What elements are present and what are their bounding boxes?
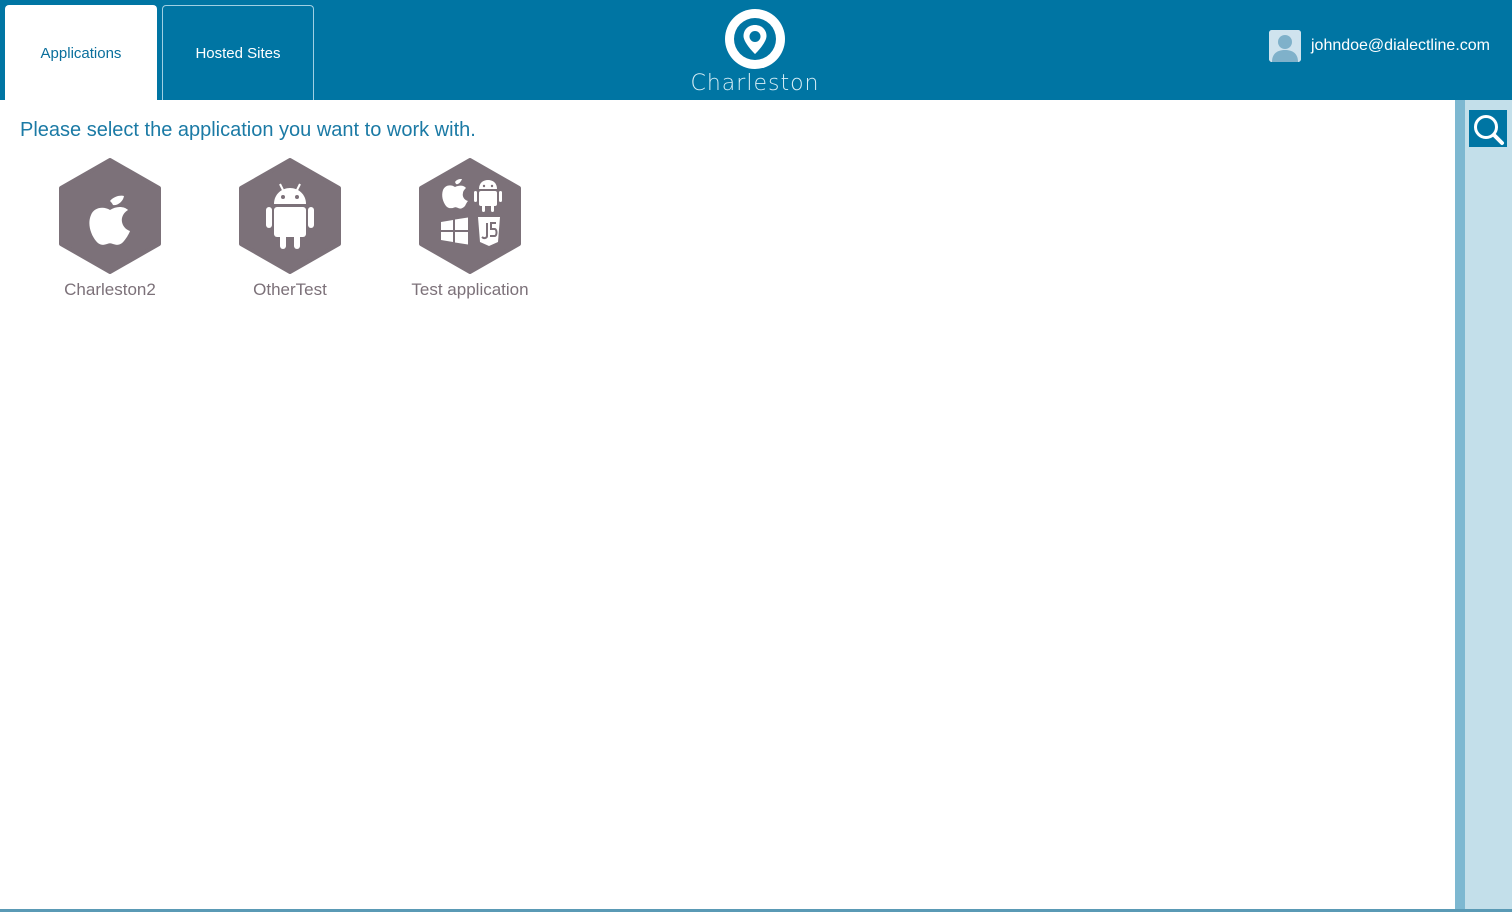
logo-text: Charleston	[690, 71, 820, 96]
tab-hosted-sites-label: Hosted Sites	[195, 44, 281, 62]
tab-applications-label: Applications	[40, 44, 122, 62]
apple-icon	[59, 158, 161, 274]
charleston-logo: Charleston	[690, 8, 820, 96]
sidebar-strip	[1455, 100, 1465, 912]
app-tile-othertest[interactable]: OtherTest	[220, 158, 360, 300]
user-avatar-icon	[1268, 30, 1301, 62]
multi-platform-icon	[419, 158, 521, 274]
user-menu[interactable]: johndoe@dialectline.com	[1268, 30, 1490, 62]
tab-hosted-sites[interactable]: Hosted Sites	[162, 5, 314, 100]
select-app-prompt: Please select the application you want t…	[20, 119, 476, 141]
main-content: Please select the application you want t…	[0, 100, 1455, 912]
app-label: Test application	[411, 280, 529, 299]
tab-applications[interactable]: Applications	[5, 5, 157, 100]
search-icon	[1474, 115, 1504, 145]
app-tile-charleston2[interactable]: Charleston2	[40, 158, 180, 300]
search-button[interactable]	[1469, 110, 1507, 147]
top-header: Applications Hosted Sites Charleston joh…	[0, 0, 1512, 100]
right-sidebar	[1455, 100, 1512, 912]
app-tile-test-application[interactable]: Test application	[400, 158, 540, 300]
app-label: OtherTest	[253, 280, 327, 299]
location-pin-logo-icon	[725, 9, 785, 69]
android-icon	[239, 158, 341, 274]
app-list: Charleston2 OtherTest Test application	[40, 158, 580, 300]
user-email: johndoe@dialectline.com	[1310, 37, 1490, 54]
app-label: Charleston2	[64, 280, 156, 299]
